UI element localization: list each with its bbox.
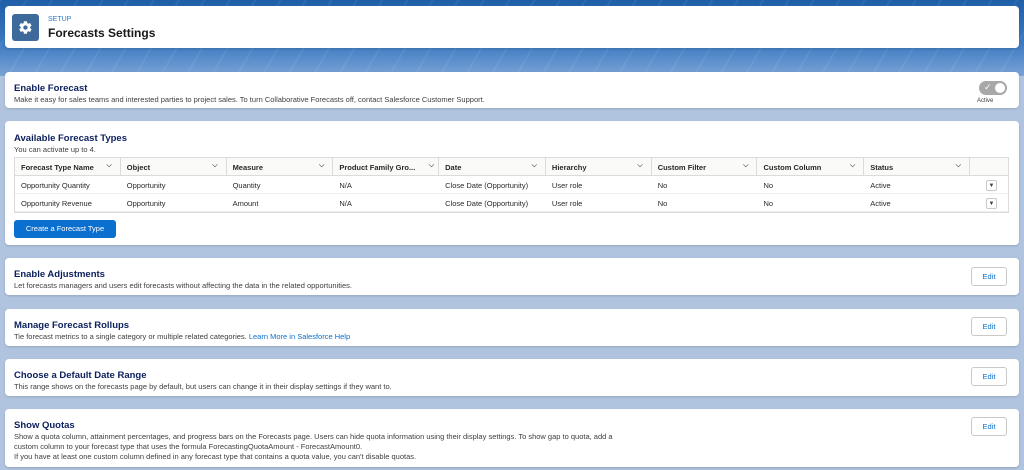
edit-button[interactable]: Edit [971, 267, 1007, 286]
row-menu-button[interactable]: ▼ [986, 198, 998, 209]
chevron-down-icon[interactable]: ⌵ [743, 162, 748, 170]
table-cell: N/A [339, 181, 352, 190]
section-description-line: If you have at least one custom column d… [14, 452, 417, 461]
table-cell: Active [870, 199, 891, 208]
column-header[interactable]: Date ⌵ [439, 158, 546, 176]
section-description: This range shows on the forecasts page b… [14, 382, 392, 391]
chevron-down-icon[interactable]: ⌵ [106, 162, 111, 170]
column-header[interactable]: Measure ⌵ [227, 158, 334, 176]
section-title: Choose a Default Date Range [14, 370, 147, 381]
table-cell: No [657, 181, 668, 190]
section-description-line: custom column to your forecast type that… [14, 442, 363, 451]
section-title: Enable Forecast [14, 83, 88, 94]
toggle-state-label: Active [977, 98, 994, 104]
chevron-down-icon[interactable]: ⌵ [956, 162, 961, 170]
table-cell: Opportunity [126, 181, 166, 190]
page-header: SETUP Forecasts Settings [5, 6, 1019, 48]
table-cell: No [763, 199, 774, 208]
table-cell: N/A [339, 199, 352, 208]
column-header[interactable]: Product Family Gro... ⌵ [333, 158, 440, 176]
column-header[interactable]: Object ⌵ [121, 158, 227, 176]
table-header: Forecast Type Name ⌵ Object ⌵ Measure ⌵ Pro… [15, 158, 1008, 176]
column-header[interactable]: Custom Column ⌵ [757, 158, 865, 176]
chevron-down-icon[interactable]: ⌵ [532, 162, 537, 170]
section-title: Available Forecast Types [14, 133, 127, 144]
chevron-down-icon[interactable]: ⌵ [429, 162, 434, 170]
table-cell: Opportunity [126, 199, 166, 208]
default-date-range-section: Choose a Default Date Range This range s… [5, 359, 1019, 396]
column-header[interactable]: Status ⌵ [864, 158, 971, 176]
chevron-down-icon[interactable]: ⌵ [637, 162, 642, 170]
breadcrumb[interactable]: SETUP [48, 16, 71, 23]
section-title: Manage Forecast Rollups [14, 320, 130, 331]
show-quotas-section: Show Quotas Show a quota column, attainm… [5, 409, 1019, 467]
column-header-actions [970, 158, 1008, 176]
enable-forecast-toggle[interactable]: ✓ [979, 81, 1007, 95]
forecast-types-section: Available Forecast Types You can activat… [5, 121, 1019, 245]
table-cell: User role [551, 181, 583, 190]
gear-icon [12, 14, 39, 41]
check-icon: ✓ [984, 82, 992, 92]
row-actions: ▼ [970, 194, 1008, 211]
table-cell: Close Date (Opportunity) [445, 199, 529, 208]
table-cell: Quantity [232, 181, 261, 190]
table-cell: Active [870, 181, 891, 190]
table-row: Opportunity Revenue Opportunity Amount N… [15, 194, 1008, 212]
table-cell: User role [551, 199, 583, 208]
chevron-down-icon[interactable]: ⌵ [850, 162, 855, 170]
table-cell: Opportunity Revenue [21, 199, 92, 208]
enable-forecast-section: Enable Forecast Make it easy for sales t… [5, 72, 1019, 108]
table-cell: No [657, 199, 668, 208]
help-link[interactable]: Learn More in Salesforce Help [249, 332, 350, 341]
row-actions: ▼ [970, 176, 1008, 193]
forecast-types-table: Forecast Type Name ⌵ Object ⌵ Measure ⌵ Pro… [14, 157, 1009, 213]
section-description: Tie forecast metrics to a single categor… [14, 332, 351, 341]
forecast-rollups-section: Manage Forecast Rollups Tie forecast met… [5, 309, 1019, 346]
edit-button[interactable]: Edit [971, 417, 1007, 436]
table-cell: Opportunity Quantity [21, 181, 90, 190]
column-header[interactable]: Hierarchy ⌵ [546, 158, 652, 176]
table-row: Opportunity Quantity Opportunity Quantit… [15, 176, 1008, 194]
section-description: Let forecasts managers and users edit fo… [14, 281, 352, 290]
chevron-down-icon[interactable]: ⌵ [319, 162, 324, 170]
section-title: Show Quotas [14, 420, 75, 431]
table-cell: Close Date (Opportunity) [445, 181, 529, 190]
enable-adjustments-section: Enable Adjustments Let forecasts manager… [5, 258, 1019, 295]
section-title: Enable Adjustments [14, 269, 105, 280]
column-header[interactable]: Forecast Type Name ⌵ [15, 158, 121, 176]
chevron-down-icon[interactable]: ⌵ [212, 162, 217, 170]
edit-button[interactable]: Edit [971, 367, 1007, 386]
section-description: Make it easy for sales teams and interes… [14, 95, 485, 104]
table-cell: Amount [232, 199, 259, 208]
column-header[interactable]: Custom Filter ⌵ [652, 158, 758, 176]
section-description-line: Show a quota column, attainment percenta… [14, 432, 613, 441]
row-menu-button[interactable]: ▼ [986, 180, 998, 191]
page-title: Forecasts Settings [48, 26, 156, 40]
section-subtitle: You can activate up to 4. [14, 145, 96, 154]
create-forecast-type-button[interactable]: Create a Forecast Type [14, 220, 116, 238]
table-cell: No [763, 181, 774, 190]
toggle-knob [995, 83, 1005, 93]
edit-button[interactable]: Edit [971, 317, 1007, 336]
